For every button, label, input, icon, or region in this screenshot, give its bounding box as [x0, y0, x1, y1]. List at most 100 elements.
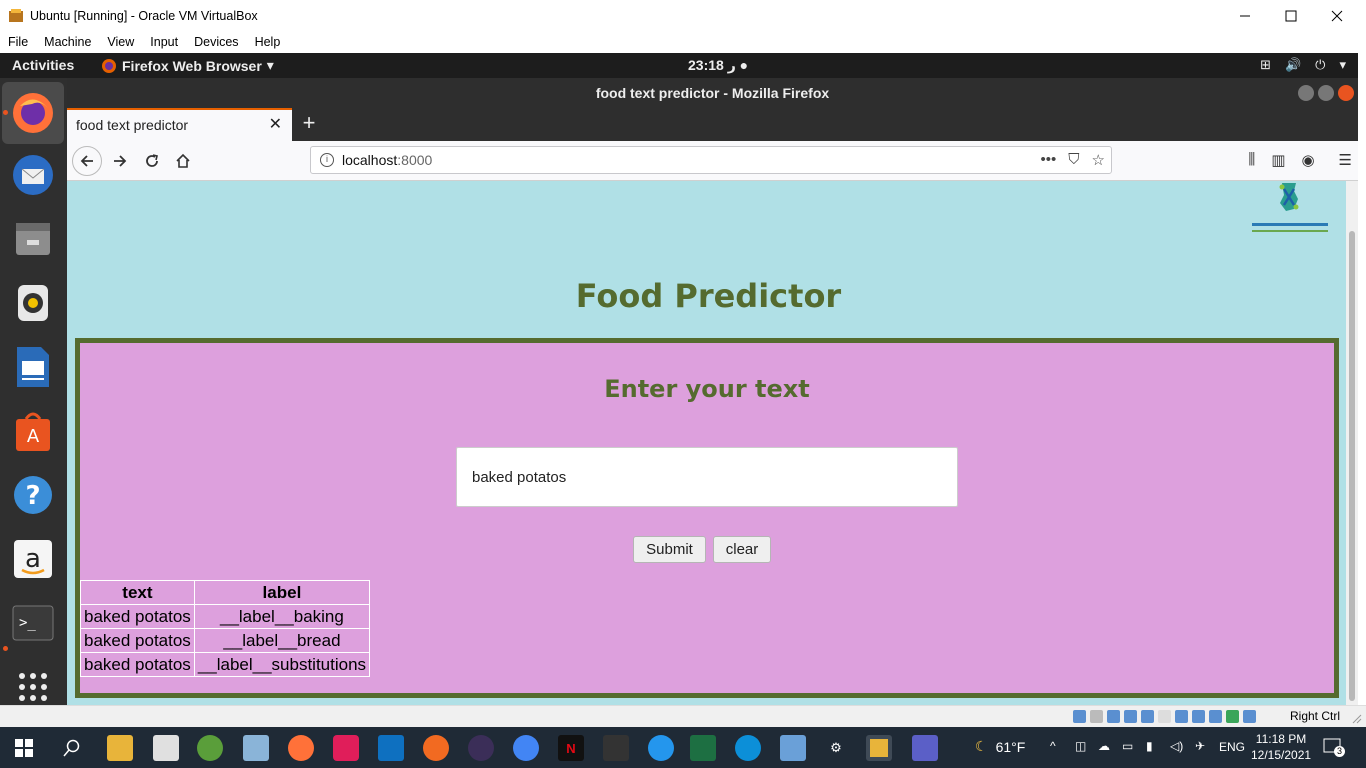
text-input[interactable]: [456, 447, 958, 507]
menu-file[interactable]: File: [8, 35, 28, 49]
taskbar-eclipse[interactable]: [468, 735, 494, 761]
taskbar-clock[interactable]: 11:18 PM 12/15/2021: [1251, 731, 1311, 763]
volume-icon[interactable]: ◁): [1170, 739, 1183, 753]
taskbar-vscode[interactable]: [378, 735, 404, 761]
scrollbar-thumb[interactable]: [1349, 231, 1355, 701]
ff-maximize-button[interactable]: [1318, 85, 1334, 101]
taskbar-slack[interactable]: [333, 735, 359, 761]
start-button[interactable]: [11, 735, 37, 761]
back-button[interactable]: [72, 146, 102, 176]
taskbar-settings[interactable]: ⚙: [823, 735, 849, 761]
submit-button[interactable]: Submit: [633, 536, 706, 563]
clock[interactable]: 23:18 ر ●: [688, 57, 748, 74]
maximize-button[interactable]: [1268, 0, 1314, 31]
app-menu[interactable]: Firefox Web Browser ▾: [101, 57, 274, 74]
account-icon[interactable]: ◉: [1301, 151, 1314, 169]
dock-writer[interactable]: [8, 342, 58, 392]
ubuntu-vm-icon: [870, 739, 888, 757]
page-actions-icon[interactable]: •••: [1041, 151, 1057, 169]
maximize-icon: [1285, 10, 1297, 21]
dock-terminal[interactable]: >_: [8, 598, 58, 648]
bookmark-star-icon[interactable]: ☆: [1092, 151, 1105, 169]
search-button[interactable]: [59, 735, 85, 761]
menu-view[interactable]: View: [107, 35, 134, 49]
airplane-mode-icon[interactable]: ✈: [1195, 739, 1205, 753]
taskbar-virtualbox-vm[interactable]: [866, 735, 892, 761]
language-indicator[interactable]: ENG: [1219, 740, 1245, 754]
clear-button[interactable]: clear: [713, 536, 771, 563]
device-status-icons[interactable]: [1073, 710, 1256, 723]
dock-firefox[interactable]: [2, 82, 64, 144]
meet-now-icon[interactable]: ◫: [1075, 739, 1086, 753]
ff-minimize-button[interactable]: [1298, 85, 1314, 101]
pocket-icon[interactable]: ⛉: [1068, 151, 1079, 169]
menu-input[interactable]: Input: [150, 35, 178, 49]
keyboard-capture-icon[interactable]: [1243, 710, 1256, 723]
shared-folders-icon[interactable]: [1141, 710, 1154, 723]
library-icon[interactable]: ⫼: [1248, 151, 1255, 169]
taskbar-edge[interactable]: [735, 735, 761, 761]
site-info-icon[interactable]: i: [320, 153, 334, 167]
activities-button[interactable]: Activities: [12, 57, 74, 73]
taskbar-postman[interactable]: [423, 735, 449, 761]
vt-x-icon[interactable]: [1192, 710, 1205, 723]
ff-close-button[interactable]: [1338, 85, 1354, 101]
reload-icon: [146, 154, 158, 167]
resize-grip-icon[interactable]: [1352, 714, 1362, 724]
recording-icon[interactable]: [1175, 710, 1188, 723]
cell-label: __label__bread: [193, 628, 371, 653]
dock-amazon[interactable]: a: [8, 534, 58, 584]
dock-files[interactable]: [8, 214, 58, 264]
show-applications-button[interactable]: [8, 662, 58, 705]
taskbar-paint[interactable]: [153, 735, 179, 761]
system-tray[interactable]: ⊞ 🔊 ⏻ ▾: [1260, 57, 1346, 73]
url-port: :8000: [397, 152, 433, 168]
new-tab-button[interactable]: +: [297, 112, 321, 136]
menu-devices[interactable]: Devices: [194, 35, 238, 49]
minimize-button[interactable]: [1222, 0, 1268, 31]
battery-icon[interactable]: ▮: [1146, 739, 1153, 753]
dock-thunderbird[interactable]: [8, 150, 58, 200]
taskbar-file-explorer[interactable]: [107, 735, 133, 761]
dock-rhythmbox[interactable]: [8, 278, 58, 328]
taskbar-firefox[interactable]: [288, 735, 314, 761]
display-icon[interactable]: ▭: [1122, 739, 1133, 753]
sidebar-icon[interactable]: ▥: [1271, 151, 1285, 169]
taskbar-teams[interactable]: [912, 735, 938, 761]
network-adapter-icon[interactable]: [1124, 710, 1137, 723]
menu-machine[interactable]: Machine: [44, 35, 91, 49]
show-hidden-icons-icon[interactable]: ^: [1050, 739, 1056, 753]
dock-software[interactable]: A: [8, 406, 58, 456]
display-icon[interactable]: [1158, 710, 1171, 723]
svg-text:A: A: [27, 426, 40, 447]
usb-icon[interactable]: [1107, 710, 1120, 723]
table-row: baked potatos __label__substitutions: [80, 652, 371, 677]
speaker-icon: [18, 285, 48, 321]
optical-drive-icon[interactable]: [1073, 710, 1086, 723]
hamburger-menu-icon[interactable]: ☰: [1339, 151, 1352, 169]
mouse-integration-icon[interactable]: [1226, 710, 1239, 723]
tab-food-text-predictor[interactable]: food text predictor ✕: [67, 108, 292, 141]
reload-button[interactable]: [138, 147, 166, 175]
onedrive-icon[interactable]: ☁: [1098, 739, 1110, 753]
taskbar-virtualbox[interactable]: [780, 735, 806, 761]
taskbar-excel[interactable]: [690, 735, 716, 761]
home-button[interactable]: [169, 147, 197, 175]
taskbar-netflix[interactable]: N: [558, 735, 584, 761]
taskbar-terminal[interactable]: [603, 735, 629, 761]
menu-help[interactable]: Help: [255, 35, 281, 49]
close-button[interactable]: [1314, 0, 1360, 31]
notification-center-button[interactable]: 3: [1323, 737, 1345, 757]
audio-icon[interactable]: [1090, 710, 1103, 723]
weather-widget[interactable]: ☾ 61°F: [975, 738, 1025, 755]
taskbar-chrome[interactable]: [513, 735, 539, 761]
cpu-icon[interactable]: [1209, 710, 1222, 723]
forward-button[interactable]: [106, 147, 134, 175]
taskbar-docker[interactable]: [648, 735, 674, 761]
page-scrollbar[interactable]: [1346, 181, 1358, 705]
close-tab-icon[interactable]: ✕: [269, 110, 282, 140]
url-bar[interactable]: i localhost:8000 ••• ⛉ ☆: [310, 146, 1112, 174]
taskbar-notes[interactable]: [243, 735, 269, 761]
dock-help[interactable]: ?: [8, 470, 58, 520]
taskbar-android-studio[interactable]: [197, 735, 223, 761]
